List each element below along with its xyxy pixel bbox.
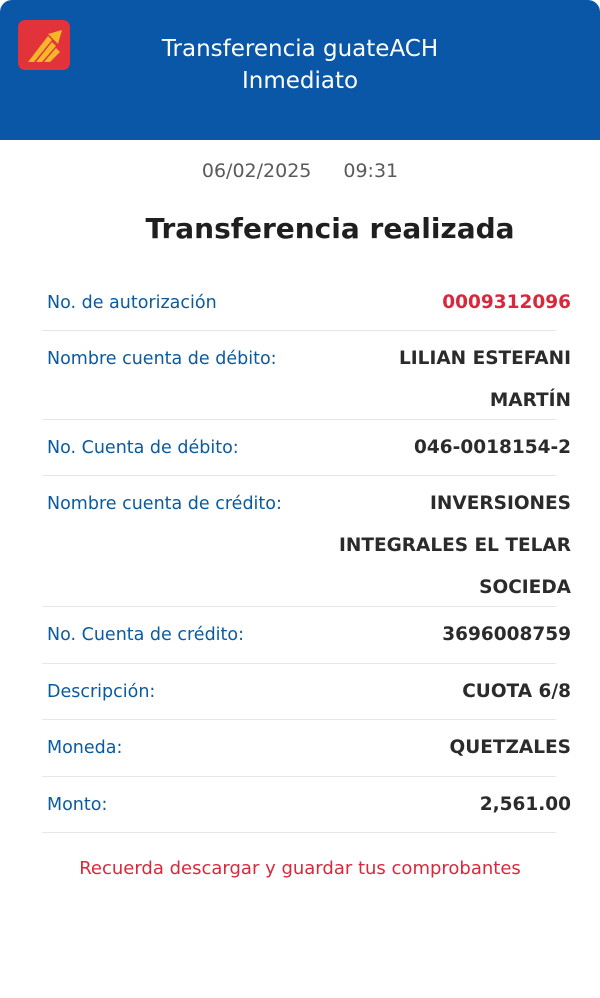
currency-label: Moneda:	[47, 738, 123, 758]
credit-name-line: INTEGRALES EL TELAR	[338, 535, 571, 556]
detail-row-amount: Monto: 2,561.00	[42, 777, 571, 833]
credit-name-label: Nombre cuenta de crédito:	[47, 494, 282, 514]
bank-logo-icon	[18, 20, 70, 70]
details-list: No. de autorización 0009312096 Nombre cu…	[42, 275, 571, 833]
debit-account-label: No. Cuenta de débito:	[47, 438, 239, 458]
header-title: Transferencia guateACH Inmediato	[70, 33, 530, 97]
detail-row-description: Descripción: CUOTA 6/8	[42, 664, 571, 720]
amount-label: Monto:	[47, 795, 108, 815]
result-title: Transferencia realizada	[145, 212, 515, 245]
detail-row-currency: Moneda: QUETZALES	[42, 720, 571, 777]
debit-name-value: LILIAN ESTEFANI MARTÍN	[399, 331, 571, 422]
detail-row-debit-name: Nombre cuenta de débito: LILIAN ESTEFANI…	[42, 331, 571, 420]
debit-name-line: MARTÍN	[489, 390, 571, 411]
transaction-time: 09:31	[343, 160, 399, 182]
debit-name-label: Nombre cuenta de débito:	[47, 349, 277, 369]
detail-row-credit-name: Nombre cuenta de crédito: INVERSIONES IN…	[42, 476, 571, 607]
credit-name-value: INVERSIONES INTEGRALES EL TELAR SOCIEDA	[339, 476, 571, 609]
detail-row-credit-account: No. Cuenta de crédito: 3696008759	[42, 607, 571, 664]
credit-account-label: No. Cuenta de crédito:	[47, 625, 245, 645]
detail-row-debit-account: No. Cuenta de débito: 046-0018154-2	[42, 420, 571, 476]
description-value: CUOTA 6/8	[462, 681, 571, 702]
header-title-line1: Transferencia guateACH	[161, 36, 439, 62]
transfer-receipt-screen: Transferencia guateACH Inmediato 06/02/2…	[0, 0, 600, 998]
debit-account-value: 046-0018154-2	[414, 437, 571, 458]
credit-account-value: 3696008759	[442, 624, 571, 645]
debit-name-line: LILIAN ESTEFANI	[398, 348, 571, 369]
detail-row-authorization: No. de autorización 0009312096	[42, 275, 571, 331]
amount-value: 2,561.00	[479, 794, 571, 815]
download-reminder: Recuerda descargar y guardar tus comprob…	[79, 858, 521, 879]
description-label: Descripción:	[47, 682, 156, 702]
authorization-label: No. de autorización	[47, 293, 217, 313]
credit-name-line: SOCIEDA	[479, 577, 571, 598]
credit-name-line: INVERSIONES	[430, 493, 571, 514]
transaction-date: 06/02/2025	[201, 160, 312, 182]
header-title-line2: Inmediato	[241, 68, 359, 94]
authorization-value: 0009312096	[442, 292, 571, 313]
transaction-datetime: 06/02/2025 09:31	[0, 160, 600, 182]
header-bar: Transferencia guateACH Inmediato	[0, 0, 600, 140]
currency-value: QUETZALES	[449, 737, 572, 758]
